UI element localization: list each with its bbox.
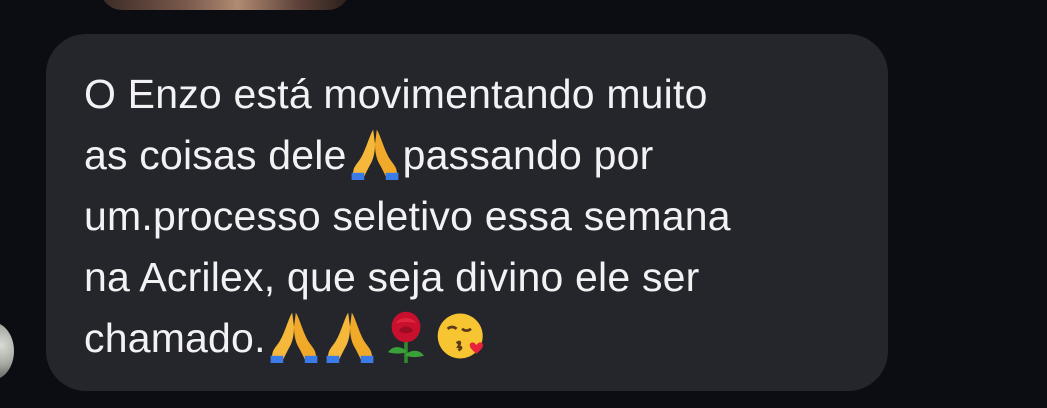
previous-image-message[interactable]	[100, 0, 350, 10]
message-text: O Enzo está movimentando muito as coisas…	[84, 64, 848, 369]
message-line-4: na Acrilex, que seja divino ele ser	[84, 254, 700, 300]
face-blowing-kiss-icon	[435, 308, 489, 364]
praying-hands-icon	[323, 308, 377, 364]
message-line-3: um.processo seletivo essa semana	[84, 193, 731, 239]
praying-hands-icon	[267, 308, 321, 364]
sender-avatar[interactable]	[0, 322, 14, 380]
message-line-2-end: passando por	[402, 132, 654, 178]
chat-screen: O Enzo está movimentando muito as coisas…	[0, 0, 1047, 408]
message-line-2-start: as coisas dele	[84, 132, 347, 178]
praying-hands-icon	[348, 125, 402, 181]
rose-icon	[379, 308, 433, 364]
message-line-5: chamado.	[84, 315, 266, 361]
message-bubble[interactable]: O Enzo está movimentando muito as coisas…	[46, 34, 888, 391]
message-line-1: O Enzo está movimentando muito	[84, 71, 708, 117]
